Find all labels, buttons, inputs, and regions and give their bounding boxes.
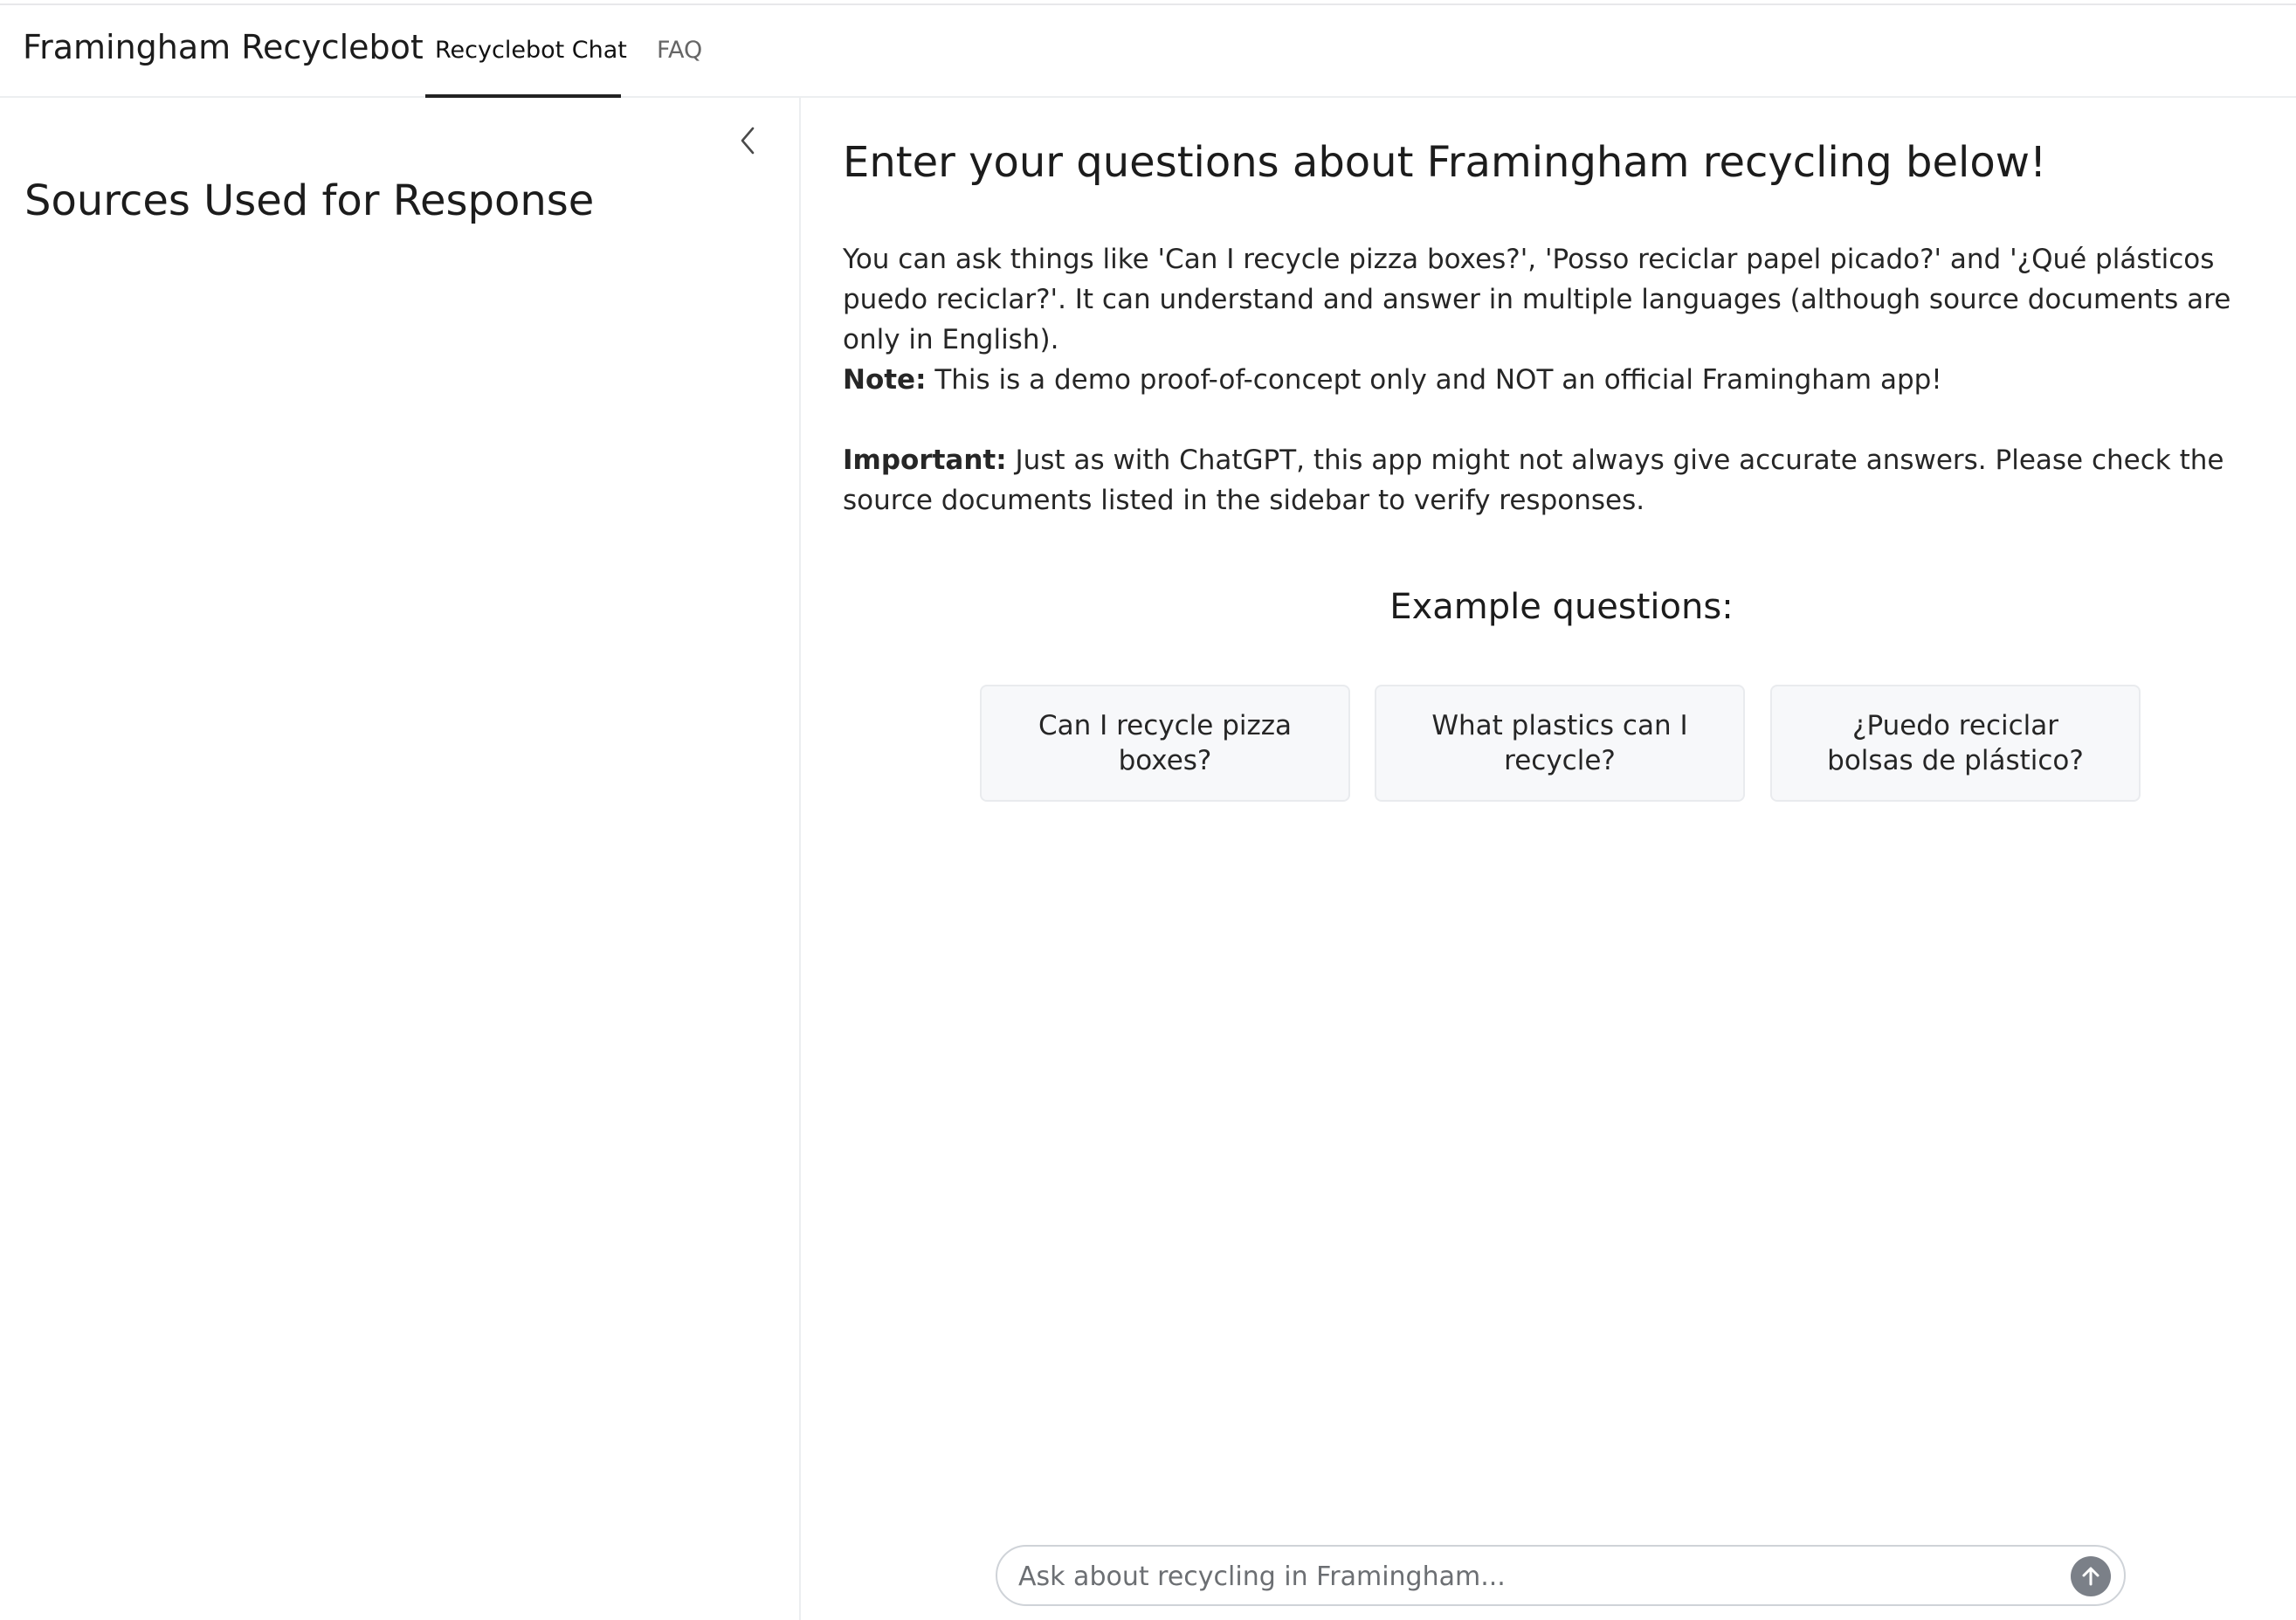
sidebar-title: Sources Used for Response (24, 176, 595, 225)
sidebar: Sources Used for Response (0, 98, 801, 1620)
note-body: This is a demo proof-of-concept only and… (926, 364, 1942, 396)
chat-main: Enter your questions about Framingham re… (803, 98, 2296, 1620)
app-brand[interactable]: Framingham Recyclebot (23, 28, 424, 66)
chat-input[interactable] (1017, 1555, 2038, 1597)
chat-input-bar (996, 1545, 2126, 1606)
tab-recyclebot-chat[interactable]: Recyclebot Chat (435, 37, 627, 64)
sidebar-collapse-button[interactable] (734, 122, 762, 159)
important-text: Important: Just as with ChatGPT, this ap… (843, 440, 2275, 520)
page-title: Enter your questions about Framingham re… (843, 138, 2047, 187)
important-body: Just as with ChatGPT, this app might not… (843, 445, 2224, 516)
example-question-button[interactable]: Can I recycle pizza boxes? (980, 685, 1350, 802)
examples-heading: Example questions: (1389, 587, 1734, 627)
note-label: Note: (843, 364, 927, 396)
chevron-left-icon (741, 127, 755, 155)
intro-text: You can ask things like 'Can I recycle p… (843, 244, 2231, 355)
arrow-up-icon (2082, 1567, 2099, 1586)
example-questions: Can I recycle pizza boxes? What plastics… (980, 685, 2141, 802)
important-label: Important: (843, 445, 1007, 476)
tab-faq[interactable]: FAQ (657, 37, 702, 64)
example-question-button[interactable]: What plastics can I recycle? (1375, 685, 1745, 802)
example-question-button[interactable]: ¿Puedo reciclar bolsas de plástico? (1770, 685, 2141, 802)
navbar: Framingham Recyclebot Recyclebot Chat FA… (0, 5, 2296, 98)
send-button[interactable] (2071, 1556, 2111, 1596)
note-text: Note: This is a demo proof-of-concept on… (843, 360, 2275, 400)
